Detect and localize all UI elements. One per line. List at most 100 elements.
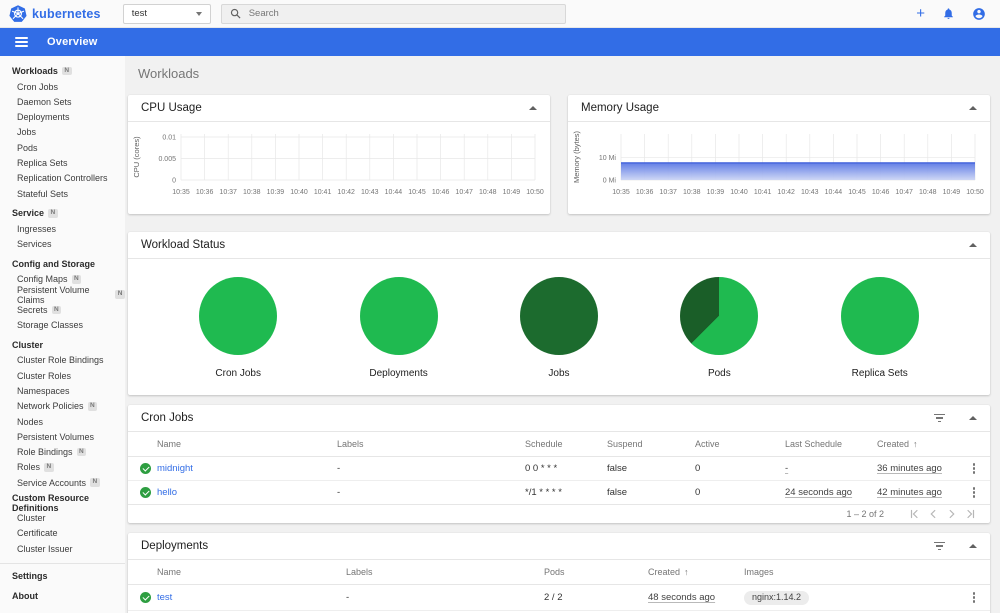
workload-pie-deployments: Deployments (344, 277, 454, 379)
sidebar-section-cluster[interactable]: Cluster (0, 337, 125, 352)
notifications-bell-icon[interactable] (942, 7, 955, 20)
collapse-icon[interactable] (969, 243, 977, 247)
sidebar-item-cluster-role-bindings[interactable]: Cluster Role Bindings (0, 353, 125, 368)
sidebar-item-about[interactable]: About (0, 589, 125, 604)
sidebar-item-services[interactable]: Services (0, 236, 125, 251)
cronjob-schedule: */1 * * * * (525, 487, 562, 498)
chevron-down-icon (195, 11, 202, 16)
filter-icon[interactable] (932, 540, 947, 552)
sidebar-item-storage-classes[interactable]: Storage Classes (0, 318, 125, 333)
namespaced-badge: N (76, 447, 87, 457)
sidebar-item-label: Pods (17, 142, 38, 153)
svg-text:10:48: 10:48 (479, 189, 497, 196)
sidebar-section-workloads[interactable]: Workloads N (0, 64, 125, 79)
status-ok-icon (140, 487, 151, 498)
kubernetes-logo[interactable]: kubernetes (9, 4, 101, 23)
column-header-active[interactable]: Active (695, 439, 785, 449)
sidebar-item-label: Deployments (17, 112, 70, 123)
svg-text:CPU (cores): CPU (cores) (132, 136, 141, 178)
workload-status-card: Workload Status Cron Jobs Deployments Jobs… (128, 232, 990, 395)
column-header-name[interactable]: Name (157, 567, 346, 577)
sidebar-section-custom-resource-definitions[interactable]: Custom Resource Definitions (0, 493, 125, 513)
sidebar-item-deployments[interactable]: Deployments (0, 109, 125, 124)
previous-page-button[interactable] (928, 509, 938, 519)
pie-chart (359, 277, 438, 355)
sidebar-item-daemon-sets[interactable]: Daemon Sets (0, 94, 125, 109)
svg-text:10:50: 10:50 (966, 189, 984, 196)
column-header-labels[interactable]: Labels (346, 567, 544, 577)
cronjob-schedule: 0 0 * * * (525, 463, 558, 474)
sidebar-item-persistent-volumes[interactable]: Persistent Volumes (0, 429, 125, 444)
column-header-name[interactable]: Name (157, 439, 337, 449)
sidebar-item-label: Jobs (17, 127, 37, 138)
sidebar-item-service-accounts[interactable]: Service Accounts N (0, 475, 125, 490)
sidebar-item-certificate[interactable]: Certificate (0, 526, 125, 541)
sidebar-item-replication-controllers[interactable]: Replication Controllers (0, 171, 125, 186)
svg-text:10:39: 10:39 (707, 189, 725, 196)
last-page-button[interactable] (966, 509, 976, 519)
menu-hamburger-icon[interactable] (15, 36, 28, 48)
deployment-name-link[interactable]: test (157, 592, 346, 603)
sidebar-section-config-and-storage[interactable]: Config and Storage (0, 256, 125, 271)
column-header-images[interactable]: Images (744, 567, 954, 577)
search-bar (220, 3, 566, 24)
sidebar-item-cluster-issuer[interactable]: Cluster Issuer (0, 541, 125, 556)
sidebar-item-label: Certificate (17, 528, 58, 539)
sidebar-item-nodes[interactable]: Nodes (0, 414, 125, 429)
deployment-pods: 2 / 2 (544, 592, 563, 603)
cpu-usage-chart: 10:35 10:36 10:37 10:38 10:39 10:40 10:41 10:42… (128, 122, 550, 214)
filter-icon[interactable] (932, 412, 947, 424)
namespaced-badge: N (51, 305, 62, 315)
cronjob-last-schedule: 24 seconds ago (785, 487, 853, 498)
row-actions-menu[interactable] (970, 484, 978, 501)
namespace-selector[interactable]: test (122, 3, 211, 24)
sidebar-item-label: Secrets (17, 304, 48, 315)
deployments-card: Deployments Name Labels Pods Created ↑ Images… (128, 533, 990, 613)
pie-chart (680, 277, 759, 355)
sidebar-item-pods[interactable]: Pods (0, 140, 125, 155)
sidebar-item-ingresses[interactable]: Ingresses (0, 221, 125, 236)
collapse-icon[interactable] (969, 416, 977, 420)
column-header-schedule[interactable]: Schedule (525, 439, 607, 449)
column-header-created[interactable]: Created ↑ (648, 567, 744, 577)
sidebar-item-persistent-volume-claims[interactable]: Persistent Volume Claims N (0, 285, 125, 305)
next-page-button[interactable] (947, 509, 957, 519)
svg-text:10:40: 10:40 (290, 189, 308, 196)
collapse-icon[interactable] (529, 106, 537, 110)
sidebar-item-cron-jobs[interactable]: Cron Jobs (0, 79, 125, 94)
first-page-button[interactable] (909, 509, 919, 519)
user-account-icon[interactable] (972, 7, 986, 21)
collapse-icon[interactable] (969, 544, 977, 548)
column-header-pods[interactable]: Pods (544, 567, 648, 577)
sidebar-section-service[interactable]: Service N (0, 206, 125, 221)
svg-text:10:37: 10:37 (659, 189, 677, 196)
column-header-labels[interactable]: Labels (337, 439, 525, 449)
sidebar-item-network-policies[interactable]: Network Policies N (0, 399, 125, 414)
cronjob-name-link[interactable]: midnight (157, 463, 337, 474)
namespaced-badge: N (90, 478, 100, 487)
column-header-created[interactable]: Created ↑ (877, 439, 954, 449)
sidebar-item-replica-sets[interactable]: Replica Sets (0, 155, 125, 170)
memory-usage-card: Memory Usage 10:35 10:36 10:37 10:38 10:39 10… (568, 95, 990, 214)
sidebar-item-settings[interactable]: Settings (0, 569, 125, 584)
pie-label: Jobs (548, 368, 570, 379)
column-header-last-schedule[interactable]: Last Schedule (785, 439, 877, 449)
row-actions-menu[interactable] (970, 460, 978, 477)
row-actions-menu[interactable] (970, 589, 978, 606)
cronjob-active: 0 (695, 487, 701, 498)
collapse-icon[interactable] (969, 106, 977, 110)
sidebar-item-cluster-roles[interactable]: Cluster Roles (0, 368, 125, 383)
sidebar-item-role-bindings[interactable]: Role Bindings N (0, 445, 125, 460)
svg-text:0: 0 (172, 178, 176, 185)
sidebar-item-roles[interactable]: Roles N (0, 460, 125, 475)
sort-ascending-icon: ↑ (684, 567, 689, 577)
sidebar-item-namespaces[interactable]: Namespaces (0, 383, 125, 398)
cronjob-name-link[interactable]: hello (157, 487, 337, 498)
search-input[interactable] (248, 8, 557, 19)
sidebar-item-jobs[interactable]: Jobs (0, 125, 125, 140)
create-resource-button[interactable]: + (916, 6, 925, 21)
pie-label: Replica Sets (851, 368, 908, 379)
svg-text:10:50: 10:50 (526, 189, 544, 196)
column-header-suspend[interactable]: Suspend (607, 439, 695, 449)
sidebar-item-stateful-sets[interactable]: Stateful Sets (0, 186, 125, 201)
